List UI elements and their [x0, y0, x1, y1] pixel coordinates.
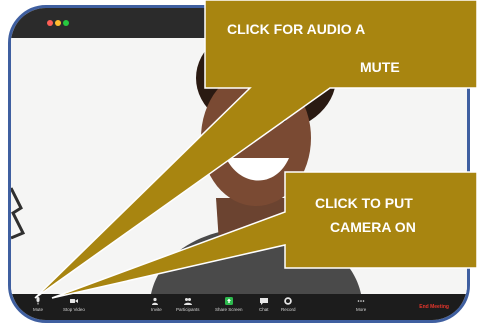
audio-callout-line2: MUTE [360, 59, 400, 75]
callout-overlay [34, 0, 477, 299]
camera-callout-line1: CLICK TO PUT [315, 195, 413, 211]
audio-callout-line1: CLICK FOR AUDIO A [227, 21, 366, 37]
camera-callout-line2: CAMERA ON [330, 219, 416, 235]
